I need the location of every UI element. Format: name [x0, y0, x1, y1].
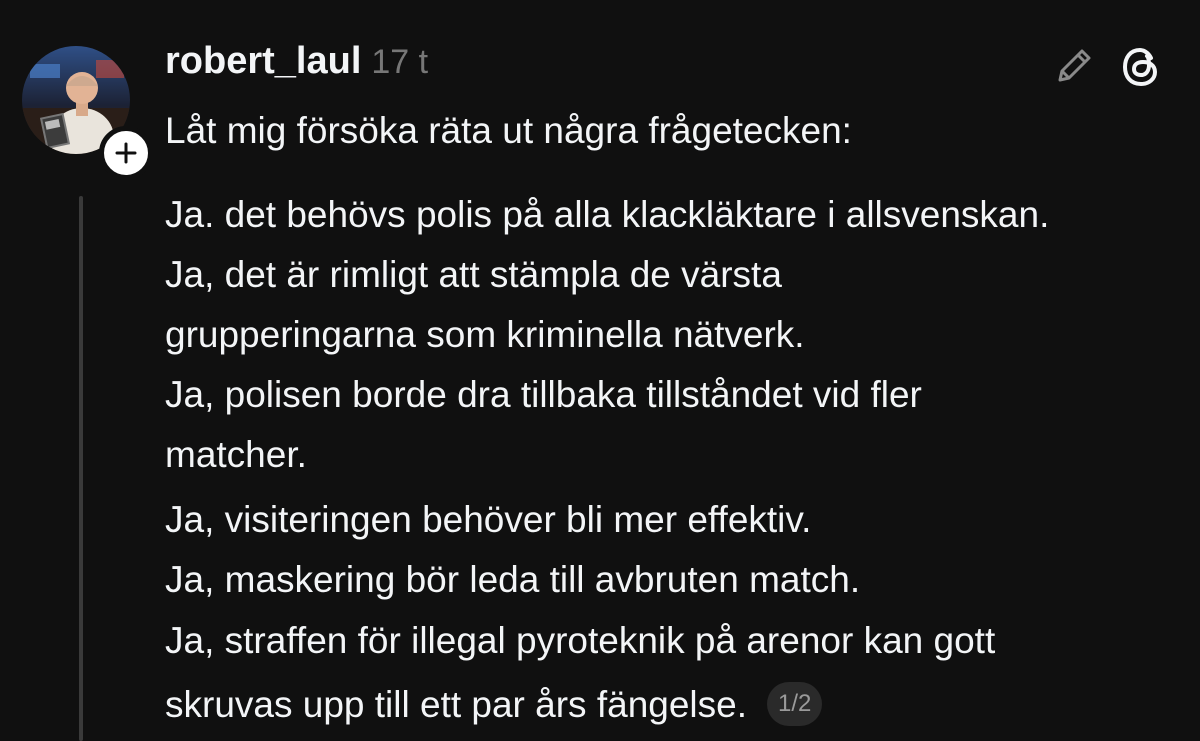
post-text-line: skruvas upp till ett par års fängelse.: [165, 684, 748, 725]
post-text-line: grupperingarna som kriminella nätverk.: [165, 314, 805, 355]
thread-line: [79, 196, 83, 741]
page-indicator: 1/2: [767, 682, 823, 727]
post-header: robert_laul 17 t: [165, 40, 428, 94]
post-text-line: Ja, visiteringen behöver bli mer effekti…: [165, 499, 812, 540]
author-avatar-group[interactable]: [22, 46, 153, 180]
post-last-line: skruvas upp till ett par års fängelse. 1/…: [165, 682, 823, 729]
post-text-line: Ja, straffen för illegal pyroteknik på a…: [165, 620, 996, 661]
post-text-line: Ja. det behövs polis på alla klackläktar…: [165, 194, 1050, 235]
threads-logo-icon[interactable]: [1118, 44, 1164, 90]
post-text-line: Låt mig försöka räta ut några frågetecke…: [165, 110, 852, 151]
post-text-line: Ja, det är rimligt att stämpla de värsta: [165, 254, 782, 295]
post-text-line: matcher.: [165, 434, 307, 475]
pencil-icon[interactable]: [1052, 44, 1096, 88]
post-text-line: Ja, maskering bör leda till avbruten mat…: [165, 559, 861, 600]
follow-button[interactable]: [99, 126, 153, 180]
username[interactable]: robert_laul: [165, 40, 361, 83]
plus-icon: [115, 142, 137, 164]
timestamp: 17 t: [371, 43, 429, 81]
post-text-line: Ja, polisen borde dra tillbaka tillstånd…: [165, 374, 922, 415]
